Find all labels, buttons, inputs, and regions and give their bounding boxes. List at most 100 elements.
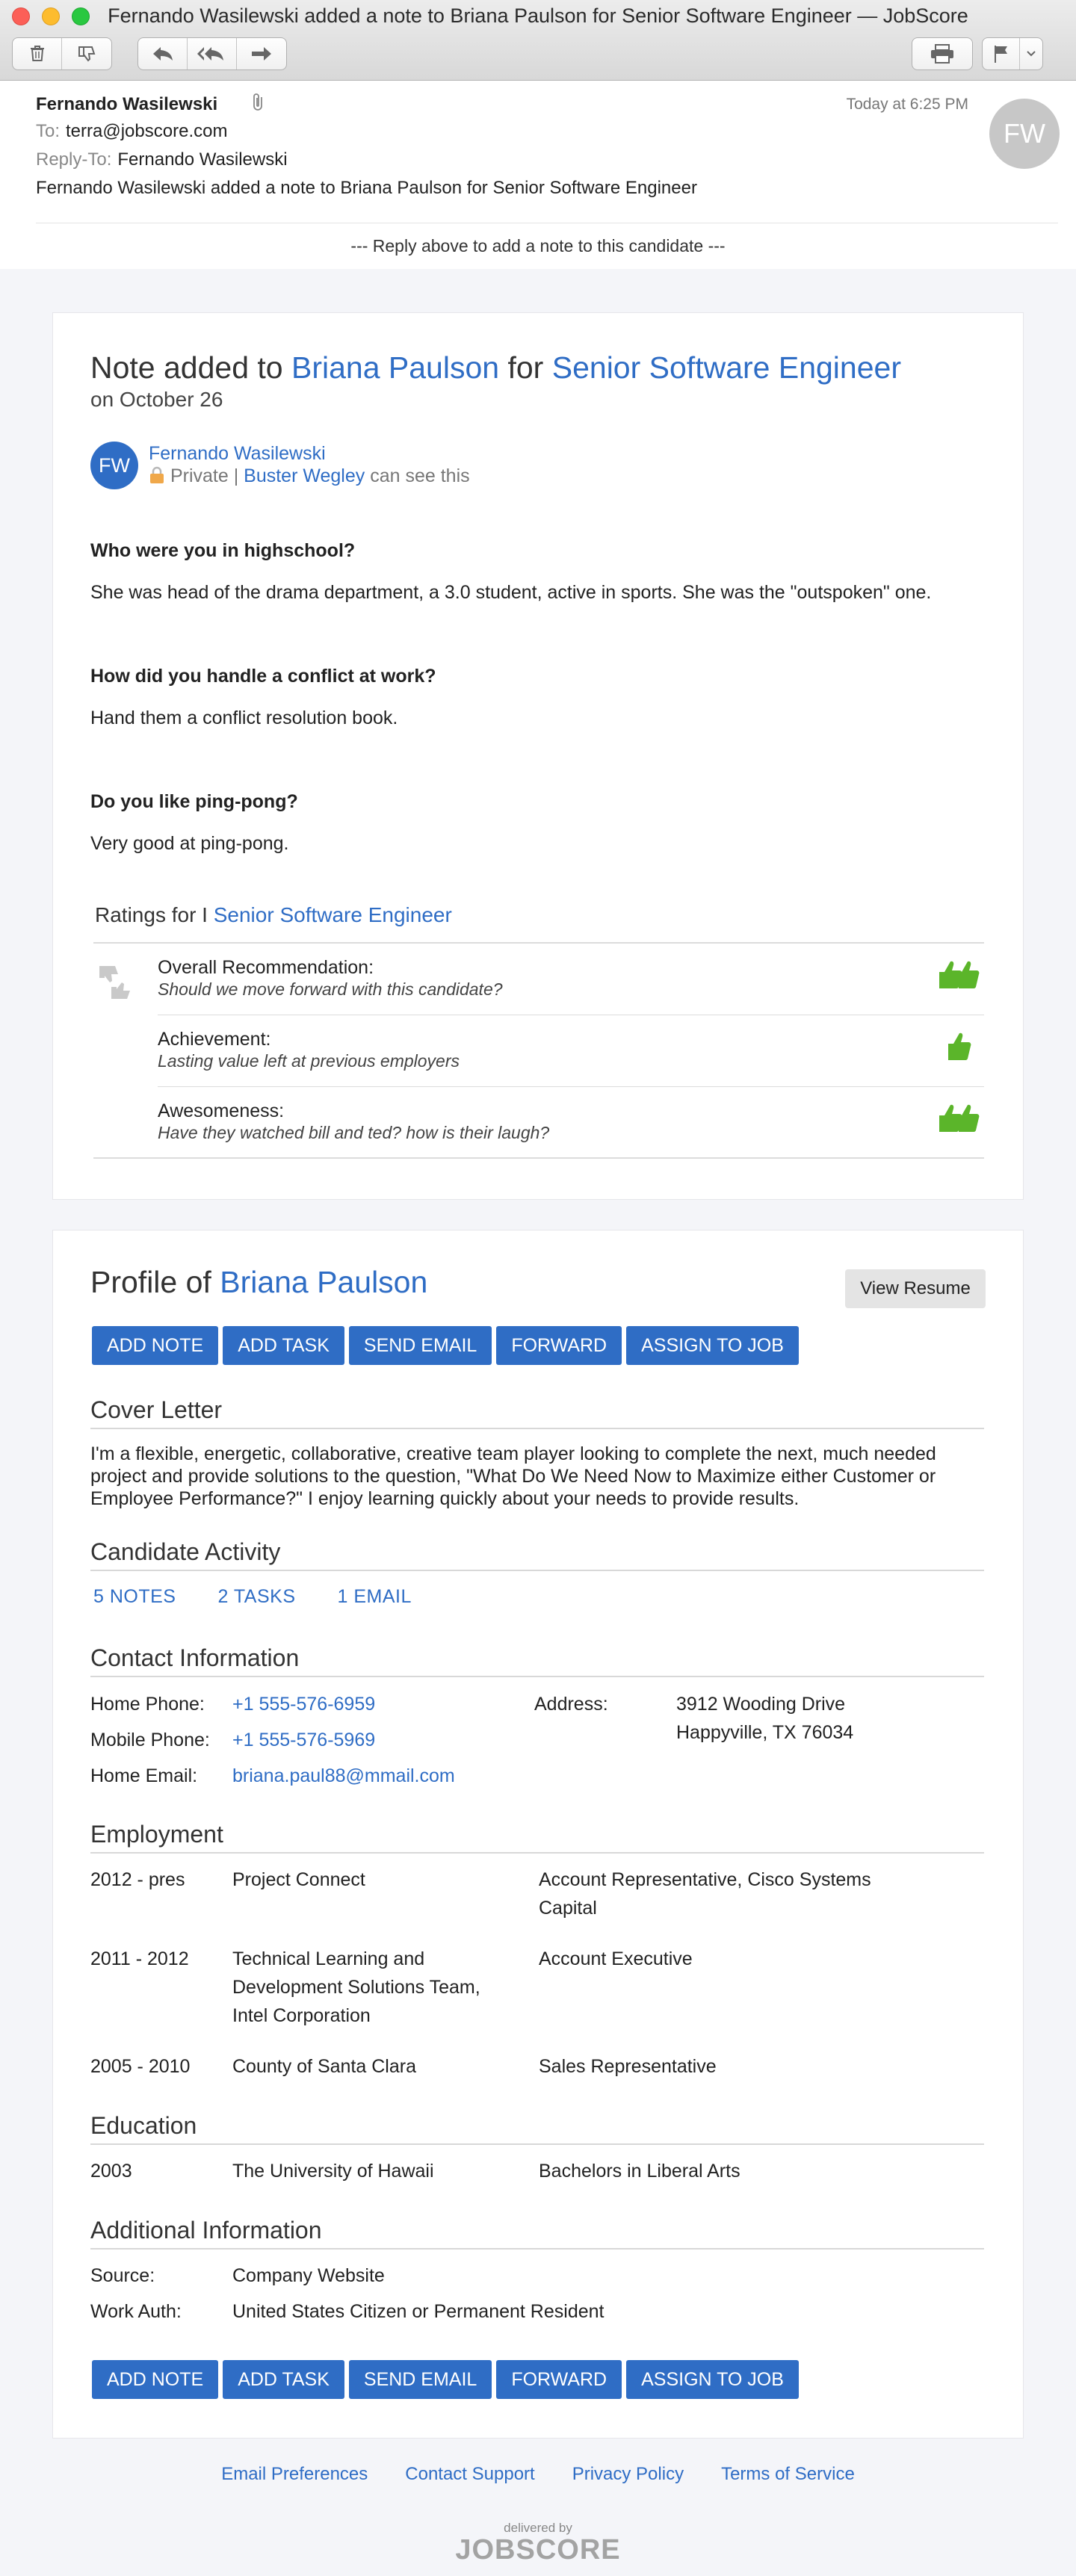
privacy-policy-link[interactable]: Privacy Policy bbox=[572, 2464, 684, 2485]
rating-label: Overall Recommendation: bbox=[158, 957, 374, 978]
address-line-1: 3912 Wooding Drive bbox=[676, 1694, 846, 1715]
visible-to-link[interactable]: Buster Wegley bbox=[244, 465, 365, 486]
education-degree: Bachelors in Liberal Arts bbox=[539, 2161, 740, 2182]
employment-years: 2011 - 2012 bbox=[90, 1948, 189, 1969]
answer-1: She was head of the drama department, a … bbox=[90, 582, 932, 603]
reply-to-row: Reply-To: Fernando Wasilewski bbox=[36, 149, 288, 170]
subject: Fernando Wasilewski added a note to Bria… bbox=[36, 178, 697, 198]
note-title: Note added to Briana Paulson for Senior … bbox=[90, 350, 901, 386]
window-titlebar: Fernando Wasilewski added a note to Bria… bbox=[0, 0, 1076, 81]
employment-years: 2012 - pres bbox=[90, 1869, 185, 1890]
forward-candidate-button[interactable]: FORWARD bbox=[496, 1326, 622, 1365]
paperclip-icon bbox=[251, 93, 266, 117]
home-phone-link[interactable]: +1 555-576-6959 bbox=[232, 1694, 375, 1715]
job-link[interactable]: Senior Software Engineer bbox=[552, 350, 901, 385]
notes-count-link[interactable]: 5 NOTES bbox=[93, 1586, 176, 1608]
send-email-button[interactable]: SEND EMAIL bbox=[348, 2360, 492, 2399]
author-link[interactable]: Fernando Wasilewski bbox=[149, 443, 326, 465]
print-group bbox=[912, 37, 973, 70]
profile-candidate-link[interactable]: Briana Paulson bbox=[220, 1265, 427, 1299]
question-2: How did you handle a conflict at work? bbox=[90, 666, 436, 687]
add-task-button[interactable]: ADD TASK bbox=[223, 1326, 344, 1365]
section-divider bbox=[90, 1570, 984, 1571]
jobscore-logo[interactable]: JOBSCORE bbox=[0, 2534, 1076, 2566]
send-email-button[interactable]: SEND EMAIL bbox=[348, 1326, 492, 1365]
section-divider bbox=[90, 2143, 984, 2145]
trash-icon bbox=[30, 46, 44, 61]
rating-row: Achievement: Lasting value left at previ… bbox=[158, 1015, 984, 1087]
additional-info-heading: Additional Information bbox=[90, 2217, 322, 2244]
add-note-button[interactable]: ADD NOTE bbox=[92, 1326, 219, 1365]
ratings-heading: Ratings for I Senior Software Engineer bbox=[95, 903, 452, 927]
home-email-link[interactable]: briana.paul88@mmail.com bbox=[232, 1765, 455, 1787]
assign-to-job-button[interactable]: ASSIGN TO JOB bbox=[626, 1326, 799, 1365]
activity-links: 5 NOTES 2 TASKS 1 EMAIL bbox=[93, 1586, 412, 1608]
add-task-button[interactable]: ADD TASK bbox=[223, 2360, 344, 2399]
employment-role: Account Representative, Cisco Systems Ca… bbox=[539, 1869, 871, 1919]
junk-button[interactable] bbox=[62, 38, 111, 69]
to-address[interactable]: terra@jobscore.com bbox=[66, 121, 227, 141]
forward-candidate-button[interactable]: FORWARD bbox=[496, 2360, 622, 2399]
author-avatar: FW bbox=[90, 442, 138, 489]
work-auth-label: Work Auth: bbox=[90, 2301, 182, 2322]
education-year: 2003 bbox=[90, 2161, 132, 2182]
reply-to-address[interactable]: Fernando Wasilewski bbox=[117, 149, 287, 170]
employment-org: Project Connect bbox=[232, 1869, 365, 1890]
message-header: Fernando Wasilewski To: terra@jobscore.co… bbox=[0, 81, 1076, 269]
email-preferences-link[interactable]: Email Preferences bbox=[221, 2464, 368, 2485]
contact-support-link[interactable]: Contact Support bbox=[405, 2464, 534, 2485]
flag-icon bbox=[994, 46, 1007, 63]
lock-icon bbox=[150, 466, 164, 483]
ratings-job-link[interactable]: Senior Software Engineer bbox=[214, 903, 452, 926]
delete-junk-group bbox=[12, 37, 112, 70]
candidate-link[interactable]: Briana Paulson bbox=[291, 350, 499, 385]
home-phone-label: Home Phone: bbox=[90, 1694, 205, 1715]
employment-heading: Employment bbox=[90, 1821, 223, 1848]
message-date: Today at 6:25 PM bbox=[846, 96, 968, 113]
employment-org: County of Santa Clara bbox=[232, 2056, 416, 2077]
tasks-count-link[interactable]: 2 TASKS bbox=[217, 1586, 295, 1608]
thumbs-up-icon bbox=[947, 1030, 975, 1065]
delivered-by-text: delivered by bbox=[504, 2521, 572, 2535]
reply-hint: --- Reply above to add a note to this ca… bbox=[350, 236, 726, 256]
action-buttons-top: ADD NOTE ADD TASK SEND EMAIL FORWARD ASS… bbox=[92, 1326, 799, 1365]
candidate-activity-heading: Candidate Activity bbox=[90, 1538, 281, 1565]
contact-info-heading: Contact Information bbox=[90, 1644, 300, 1671]
note-privacy: Private | Buster Wegley can see this bbox=[149, 465, 470, 487]
thumbs-down-icon bbox=[78, 46, 96, 62]
email-count-link[interactable]: 1 EMAIL bbox=[338, 1586, 412, 1608]
answer-2: Hand them a conflict resolution book. bbox=[90, 708, 398, 728]
flag-button[interactable] bbox=[983, 38, 1020, 69]
section-divider bbox=[90, 1676, 984, 1677]
rating-row: Overall Recommendation: Should we move f… bbox=[158, 944, 984, 1015]
double-thumbs-up-icon bbox=[938, 959, 984, 994]
reply-all-button[interactable] bbox=[188, 38, 237, 69]
home-email-label: Home Email: bbox=[90, 1765, 198, 1786]
terms-of-service-link[interactable]: Terms of Service bbox=[721, 2464, 855, 2485]
email-body: Note added to Briana Paulson for Senior … bbox=[0, 269, 1076, 2576]
forward-icon bbox=[252, 47, 271, 61]
to-label: To: bbox=[36, 121, 61, 141]
print-button[interactable] bbox=[912, 38, 972, 69]
trash-button[interactable] bbox=[13, 38, 62, 69]
assign-to-job-button[interactable]: ASSIGN TO JOB bbox=[626, 2360, 799, 2399]
note-title-prefix: Note added to bbox=[90, 350, 283, 385]
work-auth-value: United States Citizen or Permanent Resid… bbox=[232, 2301, 605, 2322]
rating-row: Awesomeness: Have they watched bill and … bbox=[158, 1087, 984, 1159]
section-divider bbox=[90, 2248, 984, 2250]
note-title-for: for bbox=[507, 350, 544, 385]
rating-description: Have they watched bill and ted? how is t… bbox=[158, 1123, 550, 1142]
address-label: Address: bbox=[534, 1694, 608, 1715]
forward-button[interactable] bbox=[237, 38, 286, 69]
reply-button[interactable] bbox=[138, 38, 188, 69]
add-note-button[interactable]: ADD NOTE bbox=[92, 2360, 219, 2399]
action-buttons-bottom: ADD NOTE ADD TASK SEND EMAIL FORWARD ASS… bbox=[92, 2360, 799, 2399]
view-resume-button[interactable]: View Resume bbox=[845, 1269, 986, 1308]
flag-menu-button[interactable] bbox=[1020, 38, 1042, 69]
mobile-phone-link[interactable]: +1 555-576-5969 bbox=[232, 1730, 375, 1751]
mobile-phone-label: Mobile Phone: bbox=[90, 1730, 210, 1750]
reply-all-icon bbox=[197, 47, 223, 61]
employment-role: Sales Representative bbox=[539, 2056, 717, 2077]
education-heading: Education bbox=[90, 2112, 197, 2139]
rating-label: Awesomeness: bbox=[158, 1100, 285, 1121]
